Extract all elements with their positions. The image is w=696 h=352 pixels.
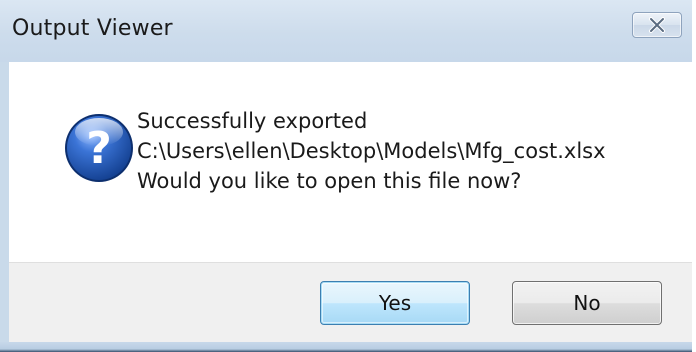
close-button[interactable] bbox=[632, 12, 682, 38]
window-right-edge bbox=[692, 0, 696, 352]
title-bar[interactable]: Output Viewer bbox=[0, 0, 692, 62]
message-line-path: C:\Users\ellen\Desktop\Models\Mfg_cost.x… bbox=[137, 139, 606, 163]
no-button[interactable]: No bbox=[512, 281, 662, 325]
question-icon: ? bbox=[65, 114, 133, 182]
svg-text:?: ? bbox=[86, 123, 112, 174]
window-bottom-edge bbox=[0, 342, 692, 352]
dialog-window: Output Viewer ? Successfully exported C:… bbox=[0, 0, 696, 352]
dialog-footer: Yes No bbox=[9, 262, 692, 342]
yes-button[interactable]: Yes bbox=[320, 281, 470, 325]
message-line-question: Would you like to open this file now? bbox=[137, 169, 522, 193]
message-line-status: Successfully exported bbox=[137, 109, 368, 133]
close-x-icon bbox=[649, 17, 665, 33]
dialog-content: ? Successfully exported C:\Users\ellen\D… bbox=[9, 62, 692, 262]
window-title: Output Viewer bbox=[12, 16, 173, 41]
dialog-message: Successfully exported C:\Users\ellen\Des… bbox=[137, 106, 606, 196]
